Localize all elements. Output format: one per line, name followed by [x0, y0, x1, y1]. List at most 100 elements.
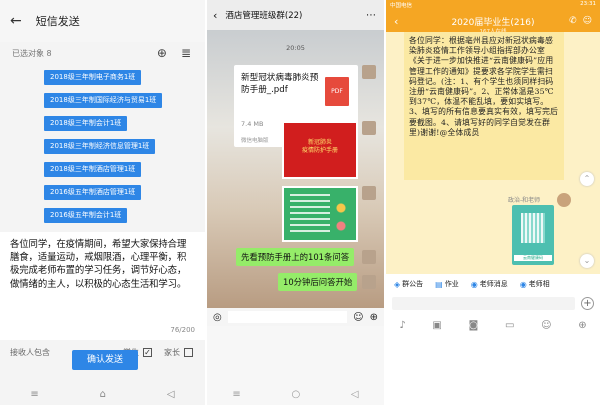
- group-toolbar: ◈ 群公告 ▤ 作业 ◉ 老师消息 ◉ 老师相: [386, 274, 600, 294]
- back-icon[interactable]: ◁: [167, 389, 175, 400]
- scroll-up-icon[interactable]: ⌃: [580, 172, 594, 186]
- back-arrow-icon[interactable]: ←: [10, 13, 22, 29]
- toolbar-label: 作业: [444, 280, 459, 288]
- chat-input[interactable]: [392, 296, 575, 310]
- avatar[interactable]: [362, 186, 376, 200]
- avatar[interactable]: [362, 65, 376, 79]
- chat-header: ‹ 酒店管理班级群(22) ⋯: [207, 0, 384, 30]
- group-members-icon[interactable]: ☺: [583, 16, 592, 26]
- input-tools: ♪ ▣ ◙ ▭ ☺ ⊕: [386, 312, 600, 338]
- toolbar-label: 老师相: [528, 280, 550, 288]
- home-icon[interactable]: ○: [291, 389, 300, 400]
- parent-option-label: 家长: [164, 347, 180, 357]
- menu-icon[interactable]: ≡: [30, 389, 38, 400]
- emoji-icon[interactable]: ☺: [353, 312, 363, 323]
- avatar[interactable]: [362, 121, 376, 135]
- chat-bubble[interactable]: 10分钟后问答开始: [278, 273, 358, 291]
- chat-messages: 20:05 新型冠状病毒肺炎预防手册_.pdf 7.4 MB 微信电脑版 PDF…: [207, 30, 384, 308]
- recipient-tag[interactable]: 2016级五年制酒店管理1班: [44, 185, 142, 200]
- back-icon[interactable]: ◁: [351, 389, 359, 400]
- status-bar: 中国电信 23:31: [386, 0, 600, 10]
- add-circle-icon[interactable]: ⊕: [157, 46, 167, 60]
- chat-input-bar: +: [386, 294, 600, 312]
- parent-checkbox[interactable]: [184, 347, 193, 357]
- file-title: 新型冠状病毒肺炎预防手册_.pdf: [241, 73, 319, 95]
- sender-name: 政治-和老师: [508, 197, 541, 204]
- pdf-icon: PDF: [325, 77, 349, 106]
- teacher-icon: ◉: [470, 279, 478, 289]
- toolbar-notice[interactable]: ◈ 群公告: [390, 279, 427, 289]
- plus-icon[interactable]: +: [581, 296, 594, 310]
- image-lines: [290, 194, 330, 236]
- phone-icon[interactable]: ✆: [569, 16, 577, 26]
- image-text: 新冠肺炎 疫情防护手册: [301, 139, 338, 154]
- homework-icon: ▤: [435, 279, 443, 289]
- chat-input[interactable]: [227, 311, 348, 323]
- voice-icon[interactable]: ◎: [213, 312, 222, 323]
- page-title: 短信发送: [35, 15, 80, 28]
- carrier: 中国电信: [390, 3, 413, 9]
- plus-icon[interactable]: ⊕: [370, 312, 378, 323]
- scroll-down-icon[interactable]: ⌄: [580, 254, 594, 268]
- recipient-tag[interactable]: 2018级三年制国际经济与贸易1班: [44, 93, 163, 108]
- chat-input-bar: ◎ ☺ ⊕: [207, 308, 384, 326]
- recipient-tag[interactable]: 2016级五年制会计1班: [44, 208, 128, 223]
- mic-icon[interactable]: ♪: [399, 320, 405, 331]
- toolbar-homework[interactable]: ▤ 作业: [431, 279, 463, 289]
- camera-icon[interactable]: ◙: [469, 320, 479, 331]
- toolbar-label: 群公告: [402, 280, 424, 288]
- qr-image-message[interactable]: 云南健康码: [512, 205, 554, 265]
- avatar[interactable]: [362, 250, 376, 264]
- qr-caption: 云南健康码: [514, 255, 552, 261]
- system-nav-bar: ≡ ⌂ ◁: [0, 383, 205, 405]
- avatar[interactable]: [362, 275, 376, 289]
- more-icon[interactable]: ⋯: [366, 10, 376, 21]
- file-size: 7.4 MB: [241, 120, 264, 128]
- chat-messages: 各位同学：根据亳州县应对新冠状病毒感染肺炎疫情工作领导小组指挥部办公室《关于进一…: [386, 32, 600, 274]
- notice-message[interactable]: 各位同学：根据亳州县应对新冠状病毒感染肺炎疫情工作领导小组指挥部办公室《关于进一…: [404, 32, 564, 180]
- notice-icon: ◈: [394, 279, 401, 289]
- clock: 23:31: [580, 1, 596, 7]
- char-counter: 76/200: [0, 320, 205, 340]
- image-message[interactable]: [282, 186, 358, 242]
- recipient-tag[interactable]: 2018级三年制酒店管理1班: [44, 162, 142, 177]
- system-nav-bar: ≡ ○ ◁: [207, 383, 384, 405]
- recipient-tag[interactable]: 2018级三年制经济信息管理1班: [44, 139, 156, 154]
- sms-header: ← 短信发送: [0, 0, 205, 42]
- toolbar-teacher-msg[interactable]: ◉ 老师消息: [467, 279, 512, 289]
- group-title: 2020届毕业生(216): [451, 17, 535, 28]
- toolbar-label: 老师消息: [479, 280, 508, 288]
- wechat-chat-panel: ‹ 酒店管理班级群(22) ⋯ 20:05 新型冠状病毒肺炎预防手册_.pdf …: [207, 0, 384, 405]
- message-textarea[interactable]: 各位同学，在疫情期间，希望大家保持合理膳食，适量运动，戒烟限酒，心理平衡，积极完…: [0, 232, 205, 320]
- recipient-tags: 2018级三年制电子商务1班 2018级三年制国际经济与贸易1班 2018级三年…: [0, 64, 205, 232]
- qq-header: ‹ 2020届毕业生(216) ✆☺ 167人在线: [386, 10, 600, 35]
- sms-panel: ← 短信发送 已选对象 8 ⊕ ≣ 2018级三年制电子商务1班 2018级三年…: [0, 0, 205, 405]
- keyboard-area: [386, 338, 600, 405]
- student-checkbox[interactable]: ✓: [143, 347, 152, 357]
- file-source: 微信电脑版: [241, 138, 269, 144]
- back-arrow-icon[interactable]: ‹: [213, 9, 217, 22]
- emoji-icon[interactable]: ☺: [541, 320, 551, 331]
- plus-circle-icon[interactable]: ⊕: [578, 320, 586, 331]
- receiver-label: 接收人包含: [10, 347, 50, 357]
- confirm-send-button[interactable]: 确认发送: [72, 350, 138, 370]
- recipient-tag[interactable]: 2018级三年制电子商务1班: [44, 70, 142, 85]
- qq-chat-panel: 中国电信 23:31 ‹ 2020届毕业生(216) ✆☺ 167人在线 各位同…: [386, 0, 600, 405]
- delete-list-icon[interactable]: ≣: [181, 46, 191, 60]
- recipient-tag[interactable]: 2018级三年制会计1班: [44, 116, 128, 131]
- qr-code-icon: [521, 213, 545, 243]
- image-graphics: [330, 196, 352, 236]
- selected-count: 已选对象 8: [12, 48, 52, 58]
- avatar[interactable]: [557, 193, 571, 207]
- group-title: 酒店管理班级群(22): [225, 11, 303, 21]
- red-packet-icon[interactable]: ▭: [505, 320, 514, 331]
- image-icon[interactable]: ▣: [432, 320, 441, 331]
- home-icon[interactable]: ⌂: [100, 389, 106, 400]
- selection-bar: 已选对象 8 ⊕ ≣: [0, 42, 205, 64]
- message-time: 20:05: [286, 44, 305, 52]
- image-message[interactable]: 新冠肺炎 疫情防护手册: [282, 121, 358, 179]
- back-arrow-icon[interactable]: ‹: [394, 15, 398, 28]
- menu-icon[interactable]: ≡: [232, 389, 240, 400]
- toolbar-teacher-album[interactable]: ◉ 老师相: [516, 279, 554, 289]
- chat-bubble[interactable]: 先看预防手册上的101条问答: [236, 248, 355, 266]
